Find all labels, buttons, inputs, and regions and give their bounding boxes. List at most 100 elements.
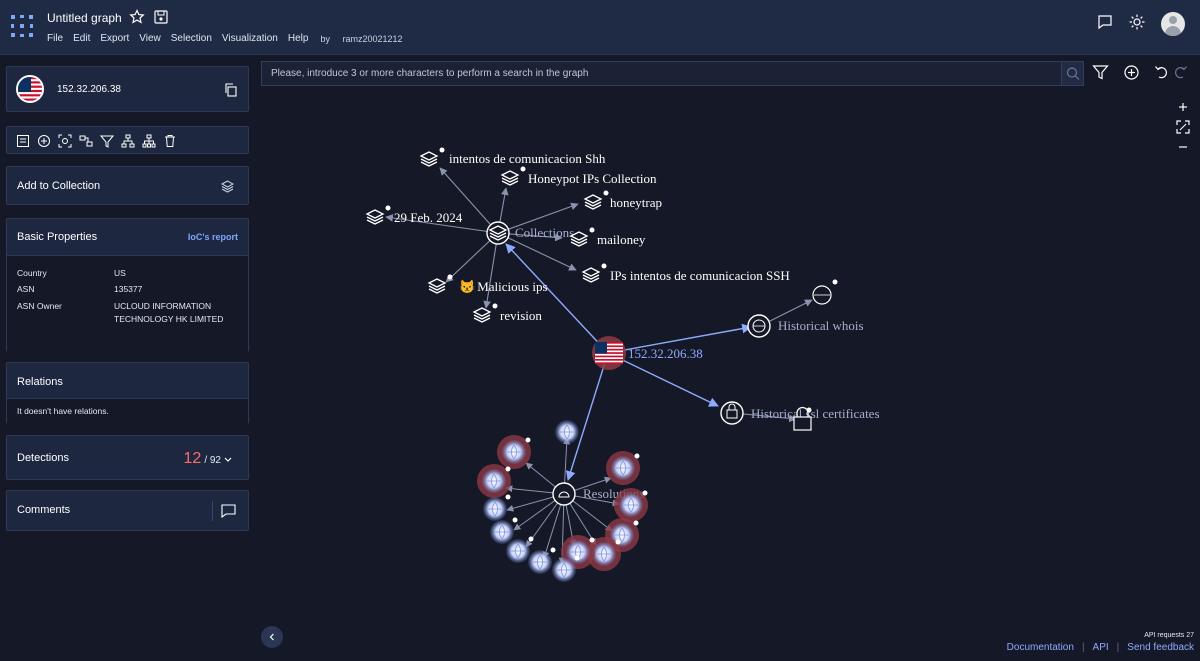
- prop-asn-key: ASN: [17, 284, 35, 294]
- prop-asn-owner-value: UCLOUD INFORMATION TECHNOLOGY HK LIMITED: [114, 301, 224, 324]
- detections-positives: 12: [183, 450, 202, 467]
- node-tools-card: [6, 126, 249, 154]
- app-logo-icon[interactable]: [10, 14, 34, 38]
- add-to-collection-button[interactable]: Add to Collection: [6, 166, 249, 205]
- graph-node-domain[interactable]: [554, 419, 580, 445]
- graph-node-collection-3[interactable]: honeytrap: [584, 190, 662, 211]
- graph-node-collection-7[interactable]: 😾 Malicious ips: [428, 274, 548, 295]
- selected-node-card: 152.32.206.38: [6, 66, 249, 112]
- svg-text:Honeypot IPs Collection: Honeypot IPs Collection: [528, 171, 657, 186]
- graph-canvas[interactable]: 152.32.206.38 Collections intentos de co…: [256, 88, 1200, 648]
- menu-bar: File Edit Export View Selection Visualiz…: [47, 33, 423, 44]
- menu-export[interactable]: Export: [100, 33, 129, 44]
- graph-node-collection-1[interactable]: intentos de comunicacion Shh: [420, 147, 606, 167]
- graph-node-whois-hub[interactable]: Historical whois: [747, 314, 864, 338]
- graph-collections-label: Collections: [515, 225, 574, 240]
- graph-node-domain[interactable]: [606, 451, 640, 485]
- copy-icon[interactable]: [224, 83, 238, 97]
- menu-help[interactable]: Help: [288, 33, 309, 44]
- star-icon[interactable]: [129, 9, 145, 25]
- top-bar: Untitled graph File Edit Export View Sel…: [0, 0, 1200, 55]
- chat-icon[interactable]: [1097, 14, 1113, 35]
- menu-edit[interactable]: Edit: [73, 33, 90, 44]
- footer-separator: |: [1116, 642, 1120, 653]
- graph-node-whois-leaf[interactable]: [812, 279, 838, 305]
- comments-card[interactable]: Comments: [6, 490, 249, 531]
- svg-text:revision: revision: [500, 308, 542, 323]
- add-node-icon[interactable]: [1123, 64, 1140, 81]
- menu-file[interactable]: File: [47, 33, 63, 44]
- graph-node-collection-4[interactable]: 29 Feb. 2024: [366, 205, 463, 226]
- selected-ip: 152.32.206.38: [57, 84, 121, 95]
- ioc-report-link[interactable]: IoC's report: [188, 232, 238, 242]
- graph-node-collection-6[interactable]: IPs intentos de comunicacion SSH: [582, 263, 790, 284]
- relations-empty-text: It doesn't have relations.: [17, 406, 109, 416]
- comments-divider: [212, 501, 213, 521]
- tree-icon[interactable]: [142, 134, 156, 148]
- graph-node-center-ip[interactable]: 152.32.206.38: [592, 336, 703, 370]
- graph-node-collections-hub[interactable]: Collections: [486, 221, 574, 245]
- svg-text:intentos de comunicacion Shh: intentos de comunicacion Shh: [449, 151, 606, 166]
- save-icon[interactable]: [153, 9, 169, 25]
- group-icon[interactable]: [79, 134, 93, 148]
- menu-view[interactable]: View: [139, 33, 161, 44]
- hierarchy-icon[interactable]: [121, 134, 135, 148]
- graph-whois-label: Historical whois: [778, 318, 864, 333]
- graph-search-input[interactable]: [262, 62, 1062, 85]
- graph-title[interactable]: Untitled graph: [47, 11, 122, 25]
- delete-icon[interactable]: [163, 134, 177, 148]
- theme-sun-icon[interactable]: [1129, 14, 1145, 35]
- search-button[interactable]: [1061, 62, 1083, 85]
- user-avatar[interactable]: [1161, 12, 1185, 36]
- graph-node-collection-8[interactable]: revision: [473, 303, 542, 324]
- send-feedback-link[interactable]: Send feedback: [1127, 642, 1194, 653]
- menu-selection[interactable]: Selection: [171, 33, 212, 44]
- prop-asn-value: 135377: [114, 284, 143, 294]
- svg-text:29 Feb. 2024: 29 Feb. 2024: [394, 210, 463, 225]
- basic-properties-card: Basic Properties IoC's report Country US…: [6, 218, 249, 352]
- focus-icon[interactable]: [58, 134, 72, 148]
- basic-properties-title: Basic Properties: [17, 231, 98, 243]
- graph-node-domain[interactable]: [482, 494, 511, 522]
- graph-search-bar: [261, 61, 1084, 86]
- svg-text:😾Malicious ips: 😾 Malicious ips: [459, 279, 548, 294]
- graph-center-label: 152.32.206.38: [628, 346, 703, 361]
- left-panel: 152.32.206.38 Add to Collection Basic Pr…: [0, 56, 256, 661]
- detections-total: / 92: [204, 455, 221, 466]
- prop-country-value: US: [114, 268, 126, 278]
- documentation-link[interactable]: Documentation: [1007, 642, 1074, 653]
- collection-stack-icon: [221, 180, 234, 193]
- detections-count: 12 / 92: [184, 450, 232, 468]
- detections-title: Detections: [17, 452, 69, 464]
- svg-text:IPs intentos de comunicacion S: IPs intentos de comunicacion SSH: [610, 268, 790, 283]
- add-to-collection-label: Add to Collection: [17, 180, 101, 192]
- prop-asn-owner-key: ASN Owner: [17, 301, 62, 311]
- undo-redo-icons: [1154, 64, 1188, 81]
- graph-node-domain[interactable]: [614, 488, 648, 522]
- footer-separator: |: [1081, 642, 1085, 653]
- expand-add-icon[interactable]: [37, 134, 51, 148]
- menu-visualization[interactable]: Visualization: [222, 33, 278, 44]
- notes-icon[interactable]: [16, 134, 30, 148]
- relations-title: Relations: [17, 376, 63, 388]
- search-icon: [1066, 67, 1080, 80]
- author-by: by ramz20021212: [320, 34, 403, 44]
- detections-card[interactable]: Detections 12 / 92: [6, 435, 249, 480]
- graph-node-domain[interactable]: [527, 547, 556, 575]
- comment-icon[interactable]: [221, 504, 236, 518]
- redo-icon: [1175, 66, 1187, 79]
- api-link[interactable]: API: [1093, 642, 1109, 653]
- chevron-down-icon[interactable]: [224, 457, 232, 463]
- filter-nodes-icon[interactable]: [99, 134, 115, 148]
- graph-node-domain[interactable]: [497, 435, 531, 469]
- graph-node-collection-5[interactable]: mailoney: [570, 227, 646, 248]
- graph-ssl-label: Historical ssl certificates: [751, 406, 880, 421]
- graph-node-collection-2[interactable]: Honeypot IPs Collection: [501, 166, 657, 187]
- undo-icon: [1155, 66, 1167, 79]
- svg-text:mailoney: mailoney: [597, 232, 646, 247]
- filter-icon[interactable]: [1092, 64, 1109, 81]
- api-requests-counter: API requests 27: [1144, 632, 1194, 639]
- author-username: ramz20021212: [342, 34, 403, 44]
- graph-node-domain[interactable]: [477, 464, 511, 498]
- graph-node-domain[interactable]: [551, 555, 580, 583]
